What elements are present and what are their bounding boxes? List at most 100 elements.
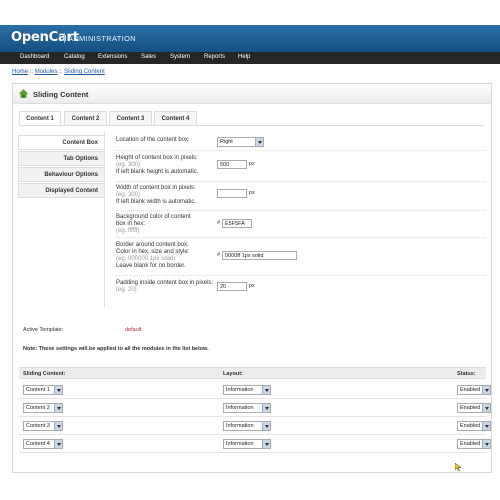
- breadcrumb-home[interactable]: Home: [12, 69, 28, 75]
- col-layout: Layout:: [223, 371, 243, 377]
- row-content-select[interactable]: Content 4: [23, 439, 63, 449]
- row-layout-value: Information: [226, 423, 254, 429]
- padding-help: (eg. 20): [116, 287, 137, 293]
- row-layout-select[interactable]: Information: [223, 403, 271, 413]
- field-border: Border around content box. Color in hex,…: [116, 242, 486, 276]
- table-row: Content 1 Information Enabled: [19, 381, 491, 399]
- row-status-select[interactable]: Enabled: [457, 385, 491, 395]
- chevron-down-icon: [54, 422, 62, 430]
- bgcolor-hash: #: [217, 220, 221, 226]
- chevron-down-icon: [255, 138, 263, 146]
- table-row: Content 2 Information Enabled: [19, 399, 491, 417]
- tab-divider: [19, 125, 484, 126]
- vtab-tab-options[interactable]: Tab Options: [18, 151, 105, 166]
- border-input[interactable]: 0000ff 1px solid: [222, 251, 297, 260]
- row-layout-select[interactable]: Information: [223, 439, 271, 449]
- row-status-select[interactable]: Enabled: [457, 403, 491, 413]
- vtab-displayed-content[interactable]: Displayed Content: [18, 183, 105, 198]
- chevron-down-icon: [54, 386, 62, 394]
- width-input[interactable]: [217, 189, 247, 198]
- logo-separator: [64, 33, 65, 43]
- field-padding: Padding inside content box in pixels: (e…: [116, 280, 486, 300]
- col-status: Status:: [457, 371, 476, 377]
- width-label: Width of content box in pixels:: [116, 185, 196, 191]
- bgcolor-help: (eg. ffffff): [116, 228, 140, 234]
- tab-content-4[interactable]: Content 4: [154, 111, 197, 125]
- tab-content-1[interactable]: Content 1: [19, 111, 61, 126]
- tab-content-3[interactable]: Content 3: [109, 111, 152, 125]
- height-label: Height of content box in pixels:: [116, 155, 198, 161]
- tab-content-2[interactable]: Content 2: [64, 111, 107, 125]
- row-content-value: Content 4: [26, 441, 50, 447]
- chevron-down-icon: [262, 386, 270, 394]
- height-input[interactable]: 500: [217, 160, 247, 169]
- chevron-down-icon: [54, 440, 62, 448]
- vtab-divider: [104, 132, 105, 307]
- row-layout-select[interactable]: Information: [223, 421, 271, 431]
- padding-input[interactable]: 20: [217, 282, 247, 291]
- row-status-value: Enabled: [460, 441, 481, 447]
- row-content-select[interactable]: Content 1: [23, 385, 63, 395]
- chevron-down-icon: [482, 422, 490, 430]
- bgcolor-input[interactable]: E5F5FA: [222, 219, 252, 228]
- chevron-down-icon: [262, 422, 270, 430]
- row-status-select[interactable]: Enabled: [457, 421, 491, 431]
- box-heading: Sliding Content: [13, 84, 491, 104]
- row-content-select[interactable]: Content 3: [23, 421, 63, 431]
- row-layout-select[interactable]: Information: [223, 385, 271, 395]
- chevron-down-icon: [54, 404, 62, 412]
- breadcrumb-current[interactable]: Sliding Content: [64, 69, 105, 75]
- row-status-select[interactable]: Enabled: [457, 439, 491, 449]
- border-label-block: Border around content box. Color in hex,…: [116, 242, 198, 270]
- row-layout-value: Information: [226, 387, 254, 393]
- chevron-down-icon: [482, 386, 490, 394]
- row-layout-value: Information: [226, 405, 254, 411]
- row-status-value: Enabled: [460, 387, 481, 393]
- padding-label-block: Padding inside content box in pixels: (e…: [116, 280, 216, 294]
- admin-subtitle: ADMINISTRATION: [68, 34, 136, 43]
- chevron-down-icon: [482, 404, 490, 412]
- height-label-block: Height of content box in pixels: (eg. 30…: [116, 155, 216, 176]
- chevron-down-icon: [482, 440, 490, 448]
- chevron-down-icon: [262, 440, 270, 448]
- row-content-value: Content 2: [26, 405, 50, 411]
- menu-catalog[interactable]: Catalog: [64, 54, 85, 60]
- height-unit: px: [249, 161, 255, 167]
- menu-help[interactable]: Help: [238, 54, 250, 60]
- menu-sales[interactable]: Sales: [141, 54, 156, 60]
- active-template-label: Active Template:: [23, 327, 64, 333]
- location-value: Right: [220, 139, 233, 145]
- vtab-behaviour-options[interactable]: Behaviour Options: [18, 167, 105, 182]
- field-height: Height of content box in pixels: (eg. 30…: [116, 155, 486, 182]
- location-label: Location of the content box:: [116, 137, 190, 143]
- row-status-value: Enabled: [460, 423, 481, 429]
- breadcrumb-modules[interactable]: Modules: [35, 69, 58, 75]
- menu-extensions[interactable]: Extensions: [98, 54, 127, 60]
- border-help: (eg. 000000 1px solid): [116, 256, 176, 262]
- width-help: (eg. 300): [116, 192, 141, 198]
- modules-table-header: Sliding Content: Layout: Status:: [19, 367, 486, 379]
- row-content-value: Content 3: [26, 423, 50, 429]
- menu-dashboard[interactable]: Dashboard: [20, 54, 49, 60]
- table-row: Content 3 Information Enabled: [19, 417, 491, 435]
- row-content-value: Content 1: [26, 387, 50, 393]
- mouse-cursor-icon: [455, 463, 462, 471]
- row-content-select[interactable]: Content 2: [23, 403, 63, 413]
- menu-reports[interactable]: Reports: [204, 54, 225, 60]
- table-row: Content 4 Information Enabled: [19, 435, 491, 453]
- chevron-down-icon: [262, 404, 270, 412]
- top-header: OpenCart ADMINISTRATION: [0, 25, 500, 52]
- field-width: Width of content box in pixels: (eg. 300…: [116, 185, 486, 211]
- main-menu: Dashboard Catalog Extensions Sales Syste…: [0, 52, 500, 64]
- row-layout-value: Information: [226, 441, 254, 447]
- location-select[interactable]: Right: [217, 137, 264, 147]
- vtab-content-box[interactable]: Content Box: [18, 135, 105, 150]
- width-note: If left blank width is automatic.: [116, 199, 197, 205]
- bgcolor-label-block: Background color of content box in hex: …: [116, 214, 196, 235]
- module-box: Sliding Content Content 1 Content 2 Cont…: [12, 83, 492, 473]
- height-note: If left blank height is automatic.: [116, 169, 199, 175]
- menu-system[interactable]: System: [170, 54, 190, 60]
- bgcolor-label: Background color of content box in hex:: [116, 214, 191, 227]
- padding-unit: px: [249, 283, 255, 289]
- col-sliding-content: Sliding Content:: [23, 371, 66, 377]
